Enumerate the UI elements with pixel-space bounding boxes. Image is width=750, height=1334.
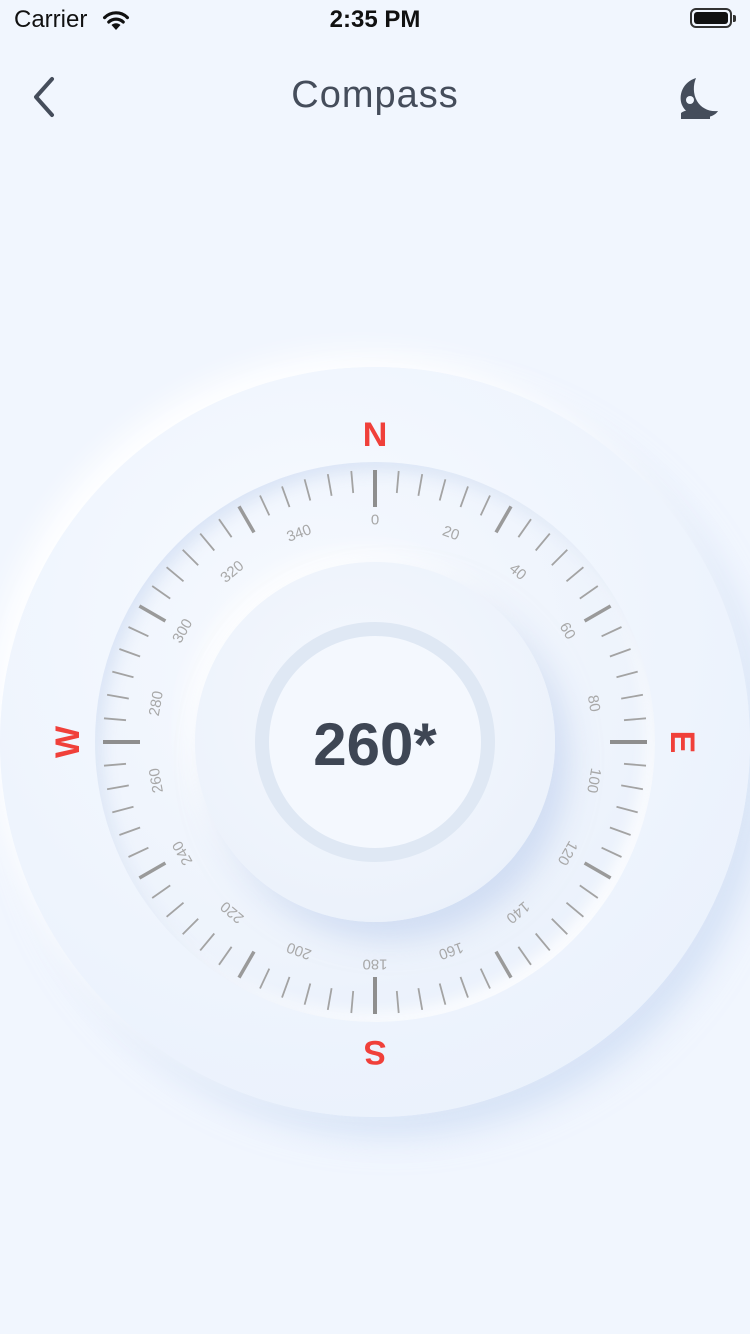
theme-toggle-button[interactable] [672,72,728,128]
moon-icon [680,78,718,119]
status-bar: Carrier 2:35 PM [0,0,750,40]
page-title: Compass [291,74,459,116]
battery-icon [690,8,736,28]
heading-readout: 260* [313,711,437,778]
status-time: 2:35 PM [329,6,421,33]
navigation-bar: Compass [0,58,750,138]
